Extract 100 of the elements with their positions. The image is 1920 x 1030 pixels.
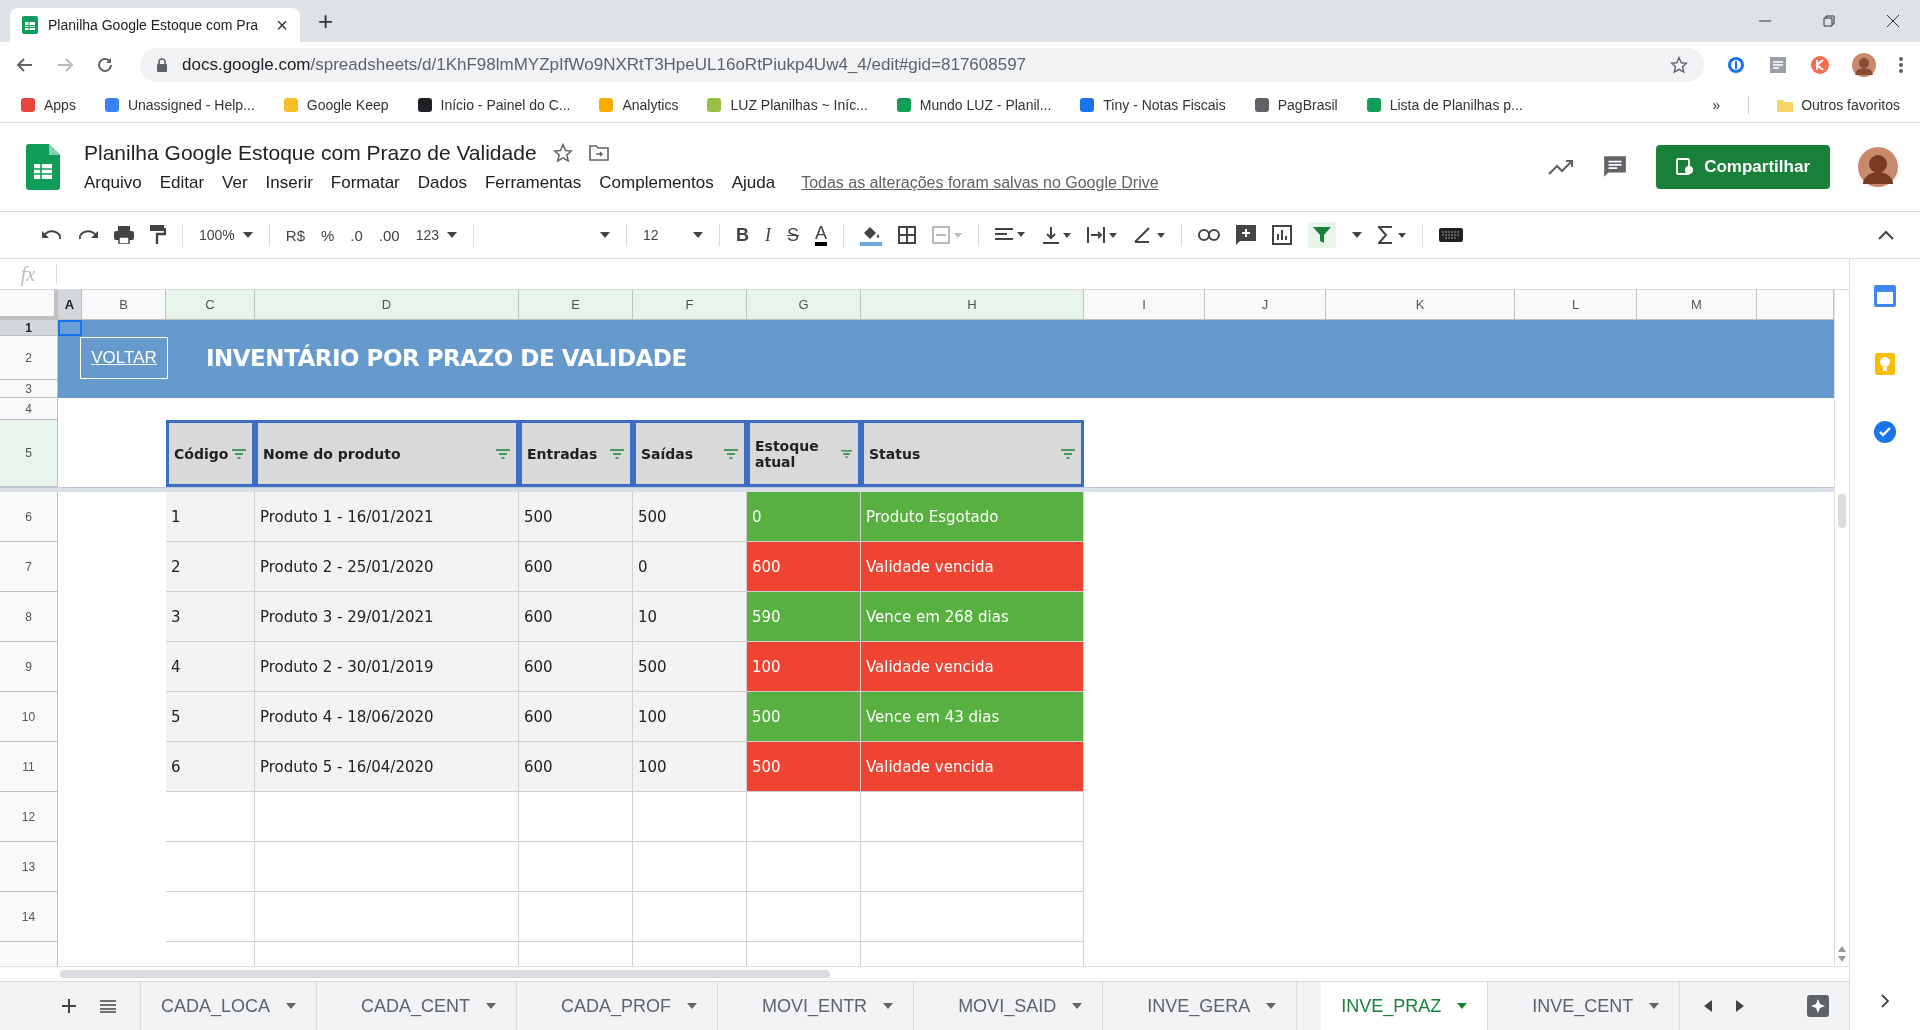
- filter-icon[interactable]: [496, 448, 510, 459]
- add-sheet-icon[interactable]: [62, 999, 76, 1013]
- select-all-corner[interactable]: [0, 290, 58, 320]
- decrease-decimals-button[interactable]: .0: [350, 226, 363, 244]
- column-header[interactable]: H: [861, 290, 1084, 320]
- document-title[interactable]: Planilha Google Estoque com Prazo de Validade: [84, 141, 537, 165]
- bold-button[interactable]: B: [736, 224, 750, 246]
- bookmark[interactable]: Mundo LUZ - Planil...: [895, 97, 1052, 113]
- functions-icon[interactable]: [1378, 226, 1407, 244]
- row-header[interactable]: 9: [0, 642, 58, 692]
- password-icon[interactable]: [1726, 55, 1746, 75]
- row-header[interactable]: 3: [0, 380, 58, 398]
- avatar-icon[interactable]: [1858, 147, 1898, 187]
- menu-item[interactable]: Ver: [222, 173, 248, 193]
- avatar-icon[interactable]: [1852, 53, 1876, 77]
- text-rotation-icon[interactable]: [1133, 226, 1166, 244]
- address-bar[interactable]: docs.google.com/spreadsheets/d/1KhF98lmMYZpIfWo9NXRtT3HpeUL16oRtPiukp4Uw4_4/edit#gid=817608597: [140, 48, 1704, 82]
- menu-item[interactable]: Dados: [417, 173, 467, 193]
- bookmark[interactable]: LUZ Planilhas ~ Iníc...: [706, 97, 868, 113]
- filter-icon[interactable]: [724, 448, 738, 459]
- row-header[interactable]: 5: [0, 420, 58, 487]
- keyboard-icon[interactable]: [1439, 228, 1464, 242]
- sheet-tab[interactable]: MOVI_SAID: [938, 982, 1104, 1030]
- move-folder-icon[interactable]: [588, 144, 609, 162]
- save-status-link[interactable]: Todas as alterações foram salvas no Google Drive: [801, 174, 1159, 192]
- sheet-tab[interactable]: INVE_PRAZ: [1321, 982, 1489, 1030]
- column-header[interactable]: L: [1515, 290, 1637, 320]
- paint-format-icon[interactable]: [150, 225, 166, 245]
- column-header[interactable]: F: [633, 290, 747, 320]
- extension-icon[interactable]: [1810, 55, 1830, 75]
- sheet-tab[interactable]: INVE_CENT: [1512, 982, 1681, 1030]
- strikethrough-button[interactable]: S: [787, 224, 800, 246]
- chart-icon[interactable]: [1272, 225, 1293, 245]
- redo-icon[interactable]: [78, 228, 98, 242]
- bookmark[interactable]: PagBrasil: [1253, 97, 1338, 113]
- sheet-tab[interactable]: MOVI_ENTR: [742, 982, 915, 1030]
- column-header[interactable]: [1757, 290, 1834, 320]
- number-format-dropdown[interactable]: 123: [415, 227, 458, 243]
- column-header[interactable]: K: [1326, 290, 1515, 320]
- star-icon[interactable]: [552, 143, 573, 163]
- scrollbar-thumb[interactable]: [60, 970, 830, 978]
- caret-icon[interactable]: [1352, 232, 1363, 238]
- scroll-down-icon[interactable]: [1838, 956, 1846, 962]
- menu-item[interactable]: Ferramentas: [484, 173, 582, 193]
- selected-cell[interactable]: [58, 320, 82, 336]
- print-icon[interactable]: [114, 226, 134, 244]
- menu-item[interactable]: Ajuda: [731, 173, 776, 193]
- currency-button[interactable]: R$: [285, 226, 305, 244]
- sheets-logo-icon[interactable]: [26, 144, 60, 190]
- forward-icon[interactable]: [56, 56, 74, 74]
- next-icon[interactable]: [1736, 1000, 1745, 1012]
- browser-tab[interactable]: Planilha Google Estoque com Pra ×: [10, 8, 300, 42]
- bookmark[interactable]: Início - Painel do C...: [416, 97, 571, 113]
- calendar-icon[interactable]: [1874, 285, 1896, 307]
- bulb-icon[interactable]: [1875, 353, 1895, 375]
- row-header[interactable]: 7: [0, 542, 58, 592]
- menu-item[interactable]: Inserir: [265, 173, 313, 193]
- sheet-tab[interactable]: INVE_GERA: [1127, 982, 1298, 1030]
- bookmark[interactable]: Apps: [20, 97, 76, 113]
- filter-icon[interactable]: [840, 448, 852, 459]
- trend-icon[interactable]: [1548, 158, 1575, 176]
- column-header[interactable]: E: [519, 290, 633, 320]
- scrollbar-thumb[interactable]: [1838, 494, 1846, 528]
- bookmark-folder[interactable]: Outros favoritos: [1777, 97, 1900, 113]
- expand-panel-icon[interactable]: [1881, 994, 1889, 1008]
- tasks-icon[interactable]: [1874, 421, 1896, 443]
- row-header[interactable]: 13: [0, 842, 58, 892]
- vertical-align-icon[interactable]: [1041, 226, 1072, 244]
- notes-extension-icon[interactable]: [1768, 55, 1788, 75]
- share-button[interactable]: Compartilhar: [1656, 145, 1830, 189]
- filter-icon[interactable]: [1061, 448, 1075, 459]
- menu-item[interactable]: Arquivo: [84, 173, 142, 193]
- percent-button[interactable]: %: [321, 226, 335, 244]
- column-header[interactable]: G: [747, 290, 861, 320]
- column-header[interactable]: D: [255, 290, 519, 320]
- align-icon[interactable]: [995, 227, 1026, 243]
- column-header[interactable]: M: [1637, 290, 1757, 320]
- bookmark[interactable]: Lista de Planilhas p...: [1365, 97, 1523, 113]
- add-comment-icon[interactable]: [1236, 225, 1257, 245]
- star-icon[interactable]: [1670, 56, 1688, 74]
- column-header[interactable]: I: [1084, 290, 1205, 320]
- row-header[interactable]: 10: [0, 692, 58, 742]
- filter-button[interactable]: [1308, 222, 1337, 248]
- wrap-text-icon[interactable]: [1087, 226, 1118, 244]
- close-icon[interactable]: [1886, 14, 1900, 28]
- borders-icon[interactable]: [898, 226, 917, 244]
- bookmark[interactable]: Unassigned - Help...: [103, 97, 255, 113]
- bookmark[interactable]: Tiny - Notas Fiscais: [1079, 97, 1226, 113]
- row-header[interactable]: 12: [0, 792, 58, 842]
- close-tab-button[interactable]: ×: [276, 13, 288, 37]
- column-header[interactable]: C: [166, 290, 255, 320]
- menu-item[interactable]: Formatar: [330, 173, 400, 193]
- column-header[interactable]: B: [82, 290, 166, 320]
- zoom-dropdown[interactable]: 100%: [199, 227, 253, 243]
- undo-icon[interactable]: [42, 228, 62, 242]
- column-header[interactable]: J: [1205, 290, 1326, 320]
- filter-icon[interactable]: [610, 448, 624, 459]
- reload-icon[interactable]: [96, 56, 114, 74]
- back-icon[interactable]: [16, 56, 34, 74]
- sheet-tab[interactable]: CADA_LOCA: [140, 982, 318, 1030]
